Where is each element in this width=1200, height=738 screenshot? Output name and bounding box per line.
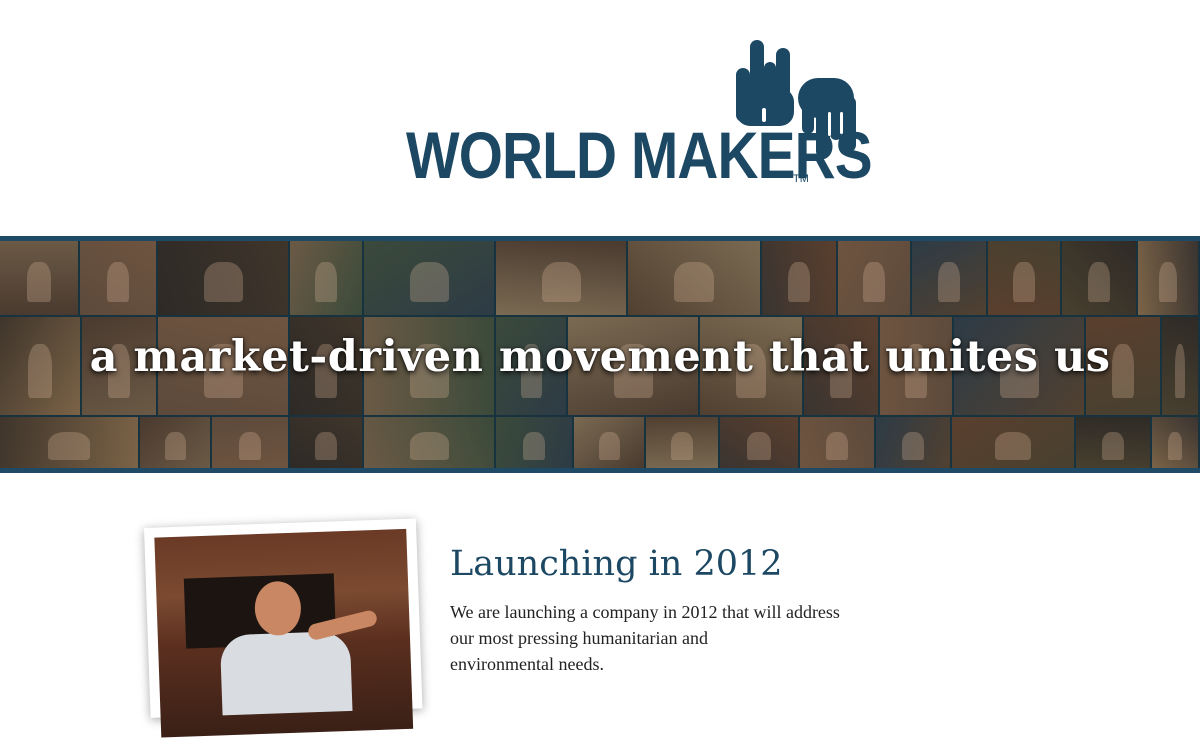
photo-image <box>154 528 414 738</box>
mosaic-photo-tile <box>876 417 950 469</box>
mosaic-photo-tile <box>364 241 494 315</box>
mosaic-photo-tile <box>496 241 626 315</box>
mosaic-photo-tile <box>952 417 1074 469</box>
mosaic-photo-tile <box>1062 241 1136 315</box>
mosaic-photo-tile <box>574 417 644 469</box>
mosaic-photo-tile <box>80 241 156 315</box>
mosaic-photo-tile <box>496 417 572 469</box>
mosaic-photo-tile <box>628 241 760 315</box>
mosaic-photo-tile <box>1152 417 1198 469</box>
featured-photo <box>144 518 423 738</box>
mosaic-photo-tile <box>720 417 798 469</box>
mosaic-photo-tile <box>762 241 836 315</box>
banner-border-top <box>0 236 1200 241</box>
mosaic-photo-tile <box>0 241 78 315</box>
mosaic-photo-tile <box>212 417 288 469</box>
mosaic-photo-tile <box>988 241 1060 315</box>
mosaic-photo-tile <box>838 241 910 315</box>
mosaic-photo-tile <box>140 417 210 469</box>
site-header: WORLD MAKERS TM <box>0 0 1200 236</box>
body-line: our most pressing humanitarian and <box>450 628 708 648</box>
mosaic-photo-tile <box>0 417 138 469</box>
hero-banner: a market-driven movement that unites us <box>0 236 1200 473</box>
mosaic-photo-tile <box>1076 417 1150 469</box>
mosaic-photo-tile <box>800 417 874 469</box>
mosaic-photo-tile <box>158 241 288 315</box>
section-body: We are launching a company in 2012 that … <box>450 599 890 677</box>
banner-tagline: a market-driven movement that unites us <box>89 332 1111 382</box>
body-line: We are launching a company in 2012 that … <box>450 602 840 622</box>
mosaic-photo-tile <box>1138 241 1198 315</box>
mosaic-photo-tile <box>364 417 494 469</box>
mosaic-photo-tile <box>290 241 362 315</box>
section-heading: Launching in 2012 <box>450 544 783 584</box>
mosaic-photo-tile <box>912 241 986 315</box>
mosaic-photo-tile <box>290 417 362 469</box>
mosaic-photo-tile <box>646 417 718 469</box>
trademark-mark: TM <box>793 173 809 185</box>
banner-border-bottom <box>0 468 1200 473</box>
body-line: environmental needs. <box>450 654 604 674</box>
